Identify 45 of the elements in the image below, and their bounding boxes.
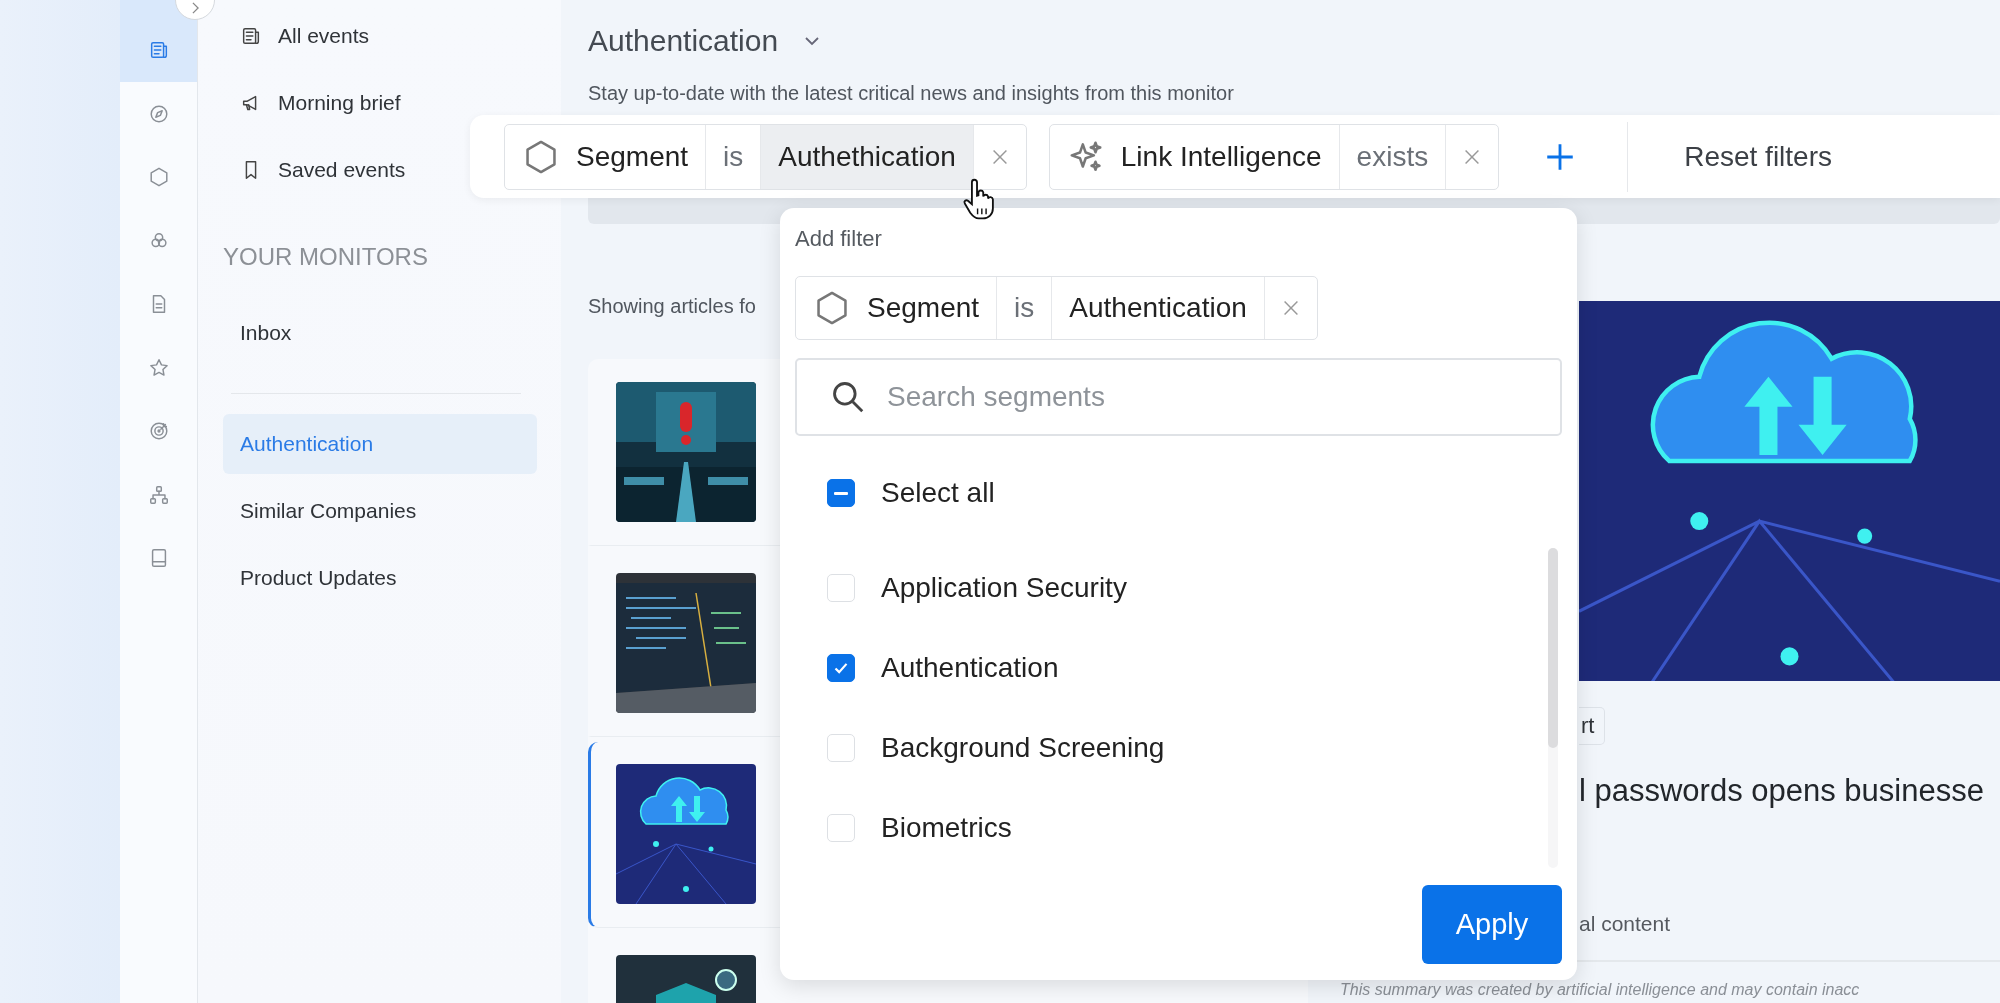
nav-label: All events — [278, 23, 370, 48]
star-icon — [147, 356, 170, 379]
option-label: Background Screening — [881, 732, 1165, 764]
results-caption: Showing articles fo — [588, 295, 756, 319]
content-link[interactable]: al content — [1579, 912, 2000, 936]
select-all-checkbox[interactable] — [827, 479, 855, 507]
nav-label: Morning brief — [278, 90, 401, 115]
monitor-item[interactable]: Inbox — [223, 303, 537, 363]
page-subtitle: Stay up-to-date with the latest critical news and insights from this monitor — [588, 82, 1235, 105]
option-label: Authentication — [881, 652, 1059, 684]
monitor-item[interactable]: Product Updates — [223, 548, 537, 608]
page-title: Authentication — [588, 24, 779, 58]
option-label: Application Security — [881, 572, 1127, 604]
chevron-right-icon — [191, 2, 199, 14]
nav-item[interactable]: All events — [223, 2, 370, 69]
monitor-item[interactable]: Similar Companies — [223, 481, 537, 541]
article-headline: l passwords opens businesse — [1579, 773, 1985, 809]
option-label: Biometrics — [881, 812, 1012, 844]
filter-operator[interactable]: is — [996, 277, 1052, 339]
filter-chip[interactable]: Segment is Authethication — [504, 123, 1027, 190]
filter-field: Segment — [867, 292, 980, 324]
ai-disclaimer: This summary was created by artificial intelligence and may contain inacc — [1340, 981, 1860, 999]
hexagon-icon — [147, 166, 170, 189]
nav-label: Saved events — [278, 157, 406, 182]
reset-filters-button[interactable]: Reset filters — [1672, 140, 1844, 173]
nav-item[interactable]: Saved events — [223, 136, 406, 203]
filter-chip[interactable]: Segment is Authentication — [795, 276, 1318, 340]
filter-field: Segment — [576, 140, 689, 173]
filter-chip[interactable]: Link Intelligence exists — [1048, 123, 1500, 190]
scrollbar[interactable] — [1548, 548, 1558, 868]
filter-field: Link Intelligence — [1120, 140, 1322, 173]
nav-item[interactable]: Morning brief — [223, 69, 401, 136]
filter-value[interactable]: Authethication — [760, 124, 973, 189]
popover-title: Add filter — [795, 226, 883, 253]
tag: rt — [1579, 707, 1606, 745]
option-label: Select all — [881, 477, 995, 509]
checkbox[interactable] — [827, 654, 855, 682]
filter-value[interactable]: Authentication — [1051, 277, 1264, 339]
section-title: YOUR MONITORS — [223, 243, 429, 272]
minus-icon — [834, 491, 848, 495]
search-field[interactable]: Search segments — [795, 358, 1562, 436]
filter-operator[interactable]: exists — [1338, 124, 1446, 189]
hierarchy-icon — [147, 483, 170, 506]
apply-button[interactable]: Apply — [1422, 885, 1562, 964]
monitor-item[interactable]: Authentication — [223, 414, 537, 474]
